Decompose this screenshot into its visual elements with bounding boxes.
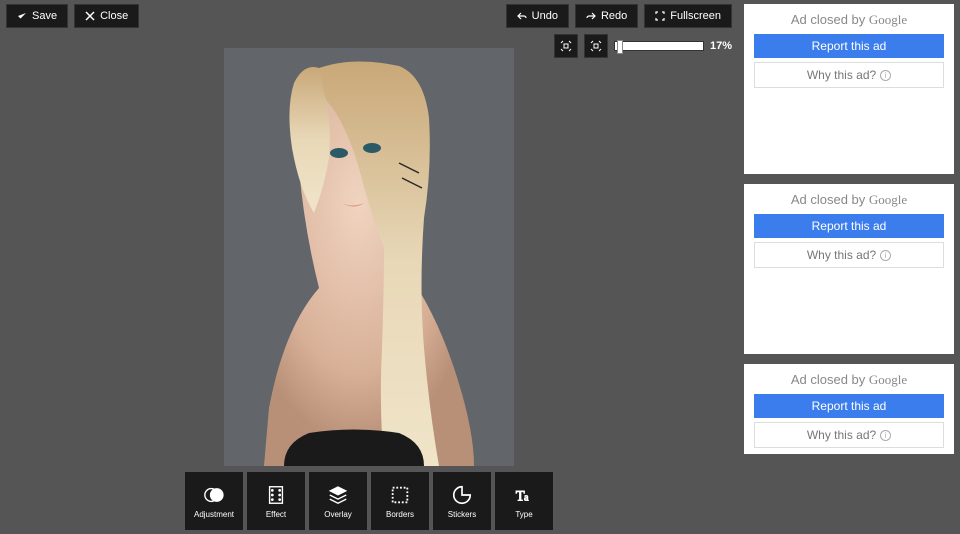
adjustment-label: Adjustment [194, 510, 234, 519]
save-button[interactable]: Save [6, 4, 68, 28]
close-icon [85, 11, 95, 21]
borders-label: Borders [386, 510, 414, 519]
fit-icon [560, 40, 572, 52]
google-logo-text: Google [869, 12, 907, 27]
fullscreen-label: Fullscreen [670, 10, 721, 22]
toolbar-right: Undo Redo Fullscreen [506, 4, 732, 58]
undo-button[interactable]: Undo [506, 4, 569, 28]
close-label: Close [100, 10, 128, 22]
ad-panel-1: Ad closed by Google Report this ad Why t… [744, 4, 954, 174]
ad-closed-text: Ad closed by Google [754, 192, 944, 208]
report-ad-button-1[interactable]: Report this ad [754, 34, 944, 58]
toolbar-left: Save Close [6, 4, 139, 58]
overlay-tool[interactable]: Overlay [309, 472, 367, 530]
ads-sidebar: Ad closed by Google Report this ad Why t… [738, 0, 960, 534]
stickers-tool[interactable]: Stickers [433, 472, 491, 530]
type-tool[interactable]: Ta Type [495, 472, 553, 530]
ad-closed-text: Ad closed by Google [754, 372, 944, 388]
save-label: Save [32, 10, 57, 22]
effect-tool[interactable]: Effect [247, 472, 305, 530]
why-ad-button-1[interactable]: Why this ad?i [754, 62, 944, 88]
why-ad-button-2[interactable]: Why this ad?i [754, 242, 944, 268]
type-label: Type [515, 510, 532, 519]
google-logo-text: Google [869, 192, 907, 207]
close-button[interactable]: Close [74, 4, 139, 28]
report-ad-button-2[interactable]: Report this ad [754, 214, 944, 238]
ad-panel-2: Ad closed by Google Report this ad Why t… [744, 184, 954, 354]
adjustment-icon [203, 484, 225, 506]
photo-content [224, 48, 514, 466]
zoom-slider-handle[interactable] [617, 40, 623, 54]
overlay-icon [327, 484, 349, 506]
info-icon: i [880, 430, 891, 441]
actual-size-button[interactable] [584, 34, 608, 58]
effect-icon [265, 484, 287, 506]
why-ad-button-3[interactable]: Why this ad?i [754, 422, 944, 448]
fullscreen-icon [655, 11, 665, 21]
zoom-percentage: 17% [710, 40, 732, 52]
stickers-icon [451, 484, 473, 506]
redo-button[interactable]: Redo [575, 4, 638, 28]
redo-icon [586, 11, 596, 21]
adjustment-tool[interactable]: Adjustment [185, 472, 243, 530]
editor-workspace: Save Close Undo Redo Fullscreen [0, 0, 738, 534]
redo-label: Redo [601, 10, 627, 22]
ad-panel-3: Ad closed by Google Report this ad Why t… [744, 364, 954, 454]
report-ad-button-3[interactable]: Report this ad [754, 394, 944, 418]
image-canvas[interactable] [224, 48, 514, 466]
effect-label: Effect [266, 510, 286, 519]
check-icon [17, 11, 27, 21]
fit-screen-button[interactable] [554, 34, 578, 58]
undo-label: Undo [532, 10, 558, 22]
stickers-label: Stickers [448, 510, 476, 519]
undo-icon [517, 11, 527, 21]
type-icon: Ta [513, 484, 535, 506]
overlay-label: Overlay [324, 510, 352, 519]
borders-tool[interactable]: Borders [371, 472, 429, 530]
info-icon: i [880, 70, 891, 81]
bottom-toolbar: Adjustment Effect Overlay Borders Sticke… [185, 472, 553, 530]
expand-icon [590, 40, 602, 52]
fullscreen-button[interactable]: Fullscreen [644, 4, 732, 28]
borders-icon [389, 484, 411, 506]
info-icon: i [880, 250, 891, 261]
svg-text:a: a [524, 492, 529, 503]
zoom-slider[interactable] [614, 41, 704, 51]
ad-closed-text: Ad closed by Google [754, 12, 944, 28]
google-logo-text: Google [869, 372, 907, 387]
